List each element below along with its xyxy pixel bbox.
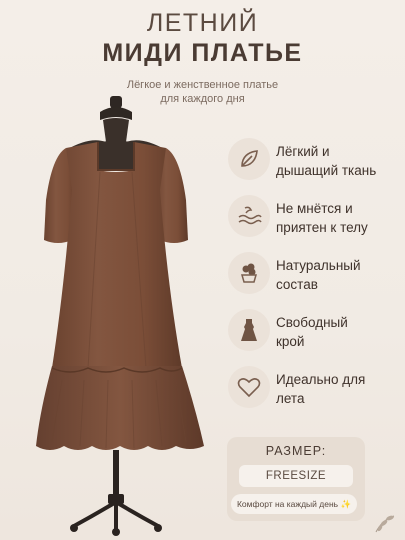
comfort-badge: Комфорт на каждый день ✨ [231, 494, 357, 514]
heart-icon [228, 366, 270, 408]
feature-text: Не мнётся и приятен к телу [276, 199, 405, 237]
leaf-icon [228, 138, 270, 180]
feature-line-1: Не мнётся и [276, 201, 353, 216]
feature-line-2: лета [276, 391, 305, 406]
size-label: РАЗМЕР: [265, 444, 327, 458]
feature-item: Не мнётся и приятен к телу [228, 195, 405, 252]
dress-icon [228, 309, 270, 351]
feature-line-1: Лёгкий и [276, 144, 330, 159]
cotton-plant-icon [228, 252, 270, 294]
feature-line-1: Натуральный [276, 258, 361, 273]
feature-text: Натуральный состав [276, 256, 405, 294]
size-panel: РАЗМЕР: FREESIZE Комфорт на каждый день … [227, 437, 365, 521]
wave-feather-icon [228, 195, 270, 237]
feature-line-1: Идеально для [276, 372, 366, 387]
feature-line-2: приятен к телу [276, 220, 368, 235]
feature-item: Натуральный состав [228, 252, 405, 309]
feature-line-2: дышащий ткань [276, 163, 377, 178]
feature-text: Идеально для лета [276, 370, 405, 408]
feature-line-2: состав [276, 277, 318, 292]
feature-item: Свободный крой [228, 309, 405, 366]
dress-on-mannequin-image [36, 96, 204, 536]
feature-text: Лёгкий и дышащий ткань [276, 142, 405, 180]
decorative-leaves-icon [375, 515, 395, 533]
feature-line-2: крой [276, 334, 305, 349]
feature-item: Лёгкий и дышащий ткань [228, 138, 405, 195]
feature-text: Свободный крой [276, 313, 405, 351]
feature-item: Идеально для лета [228, 366, 405, 423]
title-line-2: МИДИ ПЛАТЬЕ [102, 39, 303, 67]
features-list: Лёгкий и дышащий ткань Не мнётся и прият… [228, 138, 405, 423]
title-line-1: ЛЕТНИЙ [146, 9, 259, 37]
product-image [0, 90, 225, 540]
size-value-badge: FREESIZE [239, 465, 353, 487]
feature-line-1: Свободный [276, 315, 348, 330]
